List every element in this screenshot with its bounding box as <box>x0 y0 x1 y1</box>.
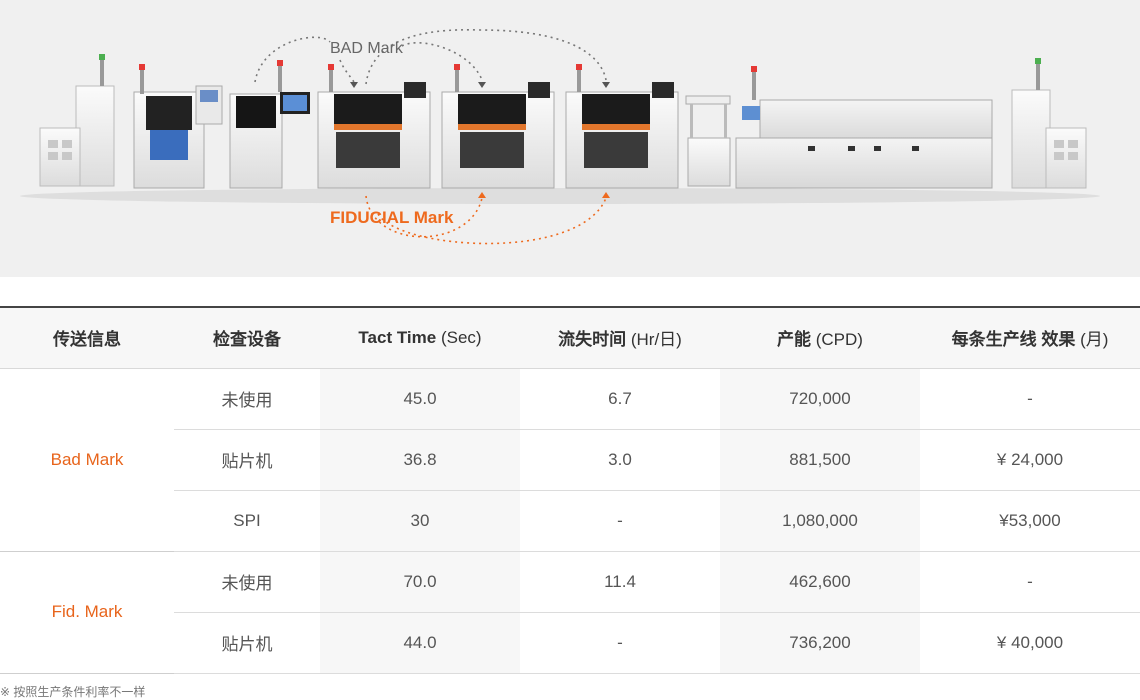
table-cell: - <box>520 490 720 552</box>
header-line-effect: 每条生产线 效果 (月) <box>920 306 1140 369</box>
table-cell: 36.8 <box>320 429 520 491</box>
table-header: 传送信息 检查设备 Tact Time (Sec) 流失时间 (Hr/日) 产能… <box>0 306 1140 369</box>
table-cell: 45.0 <box>320 368 520 430</box>
header-tact-time: Tact Time (Sec) <box>320 306 520 369</box>
table-cell: 1,080,000 <box>720 490 920 552</box>
floor-shadow <box>20 188 1100 204</box>
production-line-illustration: BAD Mark FIDUCIAL Mark <box>0 0 1140 277</box>
table-cell: - <box>920 368 1140 430</box>
table-cell: 30 <box>320 490 520 552</box>
loader-machine <box>39 54 115 187</box>
comparison-table-wrapper: 传送信息 检查设备 Tact Time (Sec) 流失时间 (Hr/日) 产能… <box>0 306 1140 674</box>
bad-mark-arrows <box>254 28 607 85</box>
table-cell: 贴片机 <box>174 612 320 674</box>
table-cell: SPI <box>174 490 320 552</box>
bad-mark-label: BAD Mark <box>330 40 404 57</box>
comparison-table: 传送信息 检查设备 Tact Time (Sec) 流失时间 (Hr/日) 产能… <box>0 306 1140 674</box>
fiducial-mark-label: FIDUCIAL Mark <box>330 208 454 227</box>
table-cell: 贴片机 <box>174 429 320 491</box>
conveyor-unit <box>685 95 731 187</box>
header-lost-time: 流失时间 (Hr/日) <box>520 306 720 369</box>
table-cell: - <box>920 551 1140 613</box>
group-bad-mark: Bad Mark <box>0 368 174 552</box>
table-cell: - <box>520 612 720 674</box>
table-cell: 11.4 <box>520 551 720 613</box>
table-cell: 6.7 <box>520 368 720 430</box>
table-cell: 720,000 <box>720 368 920 430</box>
header-transfer-info: 传送信息 <box>0 306 174 369</box>
footnote: ※ 按照生产条件利率不一样 <box>0 685 146 699</box>
spi-machine <box>229 60 310 189</box>
chip-mounter-2 <box>441 64 555 189</box>
table-cell: 3.0 <box>520 429 720 491</box>
table-cell: 未使用 <box>174 368 320 430</box>
group-fid-mark: Fid. Mark <box>0 551 174 674</box>
table-cell: 881,500 <box>720 429 920 491</box>
table-cell: ¥ 24,000 <box>920 429 1140 491</box>
header-capacity: 产能 (CPD) <box>720 306 920 369</box>
production-line-diagram: BAD Mark FIDUCIAL Mark <box>20 28 1100 245</box>
table-cell: 未使用 <box>174 551 320 613</box>
table-row: Fid. Mark 未使用 70.0 11.4 462,600 - <box>0 551 1140 674</box>
reflow-oven <box>735 66 993 189</box>
chip-mounter-1 <box>317 64 431 189</box>
table-cell: 70.0 <box>320 551 520 613</box>
chip-mounter-3 <box>565 64 679 189</box>
table-cell: 462,600 <box>720 551 920 613</box>
header-inspection-device: 检查设备 <box>174 306 320 369</box>
bad-mark-arrowheads <box>350 82 610 88</box>
screen-printer-machine <box>133 64 223 189</box>
table-cell: ¥53,000 <box>920 490 1140 552</box>
table-cell: 736,200 <box>720 612 920 674</box>
table-cell: 44.0 <box>320 612 520 674</box>
table-body: Bad Mark 未使用 45.0 6.7 720,000 - 贴片机 36.8… <box>0 368 1140 674</box>
table-row: Bad Mark 未使用 45.0 6.7 720,000 - <box>0 368 1140 552</box>
table-cell: ¥ 40,000 <box>920 612 1140 674</box>
unloader-machine <box>1011 58 1087 189</box>
